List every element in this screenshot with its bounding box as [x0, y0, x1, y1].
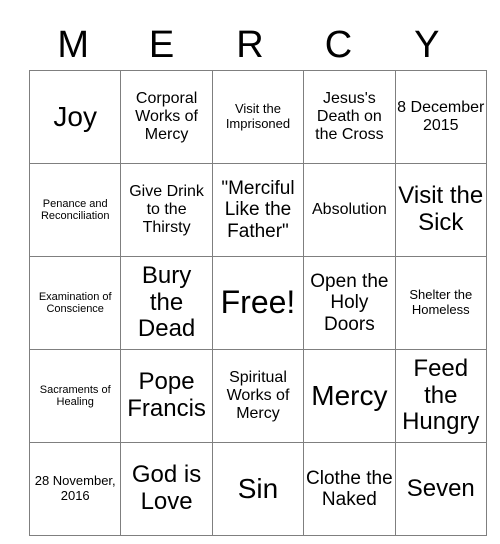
- bingo-cell[interactable]: Clothe the Naked: [303, 442, 396, 536]
- header-letter-4: C: [324, 24, 353, 66]
- bingo-cell[interactable]: Visit the Imprisoned: [211, 70, 305, 164]
- bingo-cell[interactable]: Mercy: [303, 349, 396, 443]
- bingo-cell-free[interactable]: Free!: [211, 256, 305, 350]
- bingo-grid: Joy Corporal Works of Mercy Visit the Im…: [28, 70, 487, 536]
- bingo-cell[interactable]: 28 November, 2016: [28, 442, 122, 536]
- bingo-cell[interactable]: God is Love: [120, 442, 213, 536]
- bingo-cell[interactable]: Give Drink to the Thirsty: [120, 163, 213, 257]
- bingo-cell[interactable]: Spiritual Works of Mercy: [211, 349, 305, 443]
- header-letter-3: R: [236, 24, 264, 66]
- bingo-row: Examination of Conscience Bury the Dead …: [28, 256, 487, 350]
- bingo-cell[interactable]: "Merciful Like the Father": [211, 163, 305, 257]
- bingo-cell[interactable]: Examination of Conscience: [28, 256, 122, 350]
- bingo-cell[interactable]: Sacraments of Healing: [28, 349, 122, 443]
- bingo-row: Joy Corporal Works of Mercy Visit the Im…: [28, 70, 487, 164]
- bingo-cell[interactable]: Bury the Dead: [120, 256, 213, 350]
- bingo-cell[interactable]: Joy: [28, 70, 122, 164]
- bingo-cell[interactable]: Absolution: [303, 163, 396, 257]
- bingo-cell[interactable]: Corporal Works of Mercy: [120, 70, 213, 164]
- bingo-cell[interactable]: Shelter the Homeless: [394, 256, 487, 350]
- bingo-cell[interactable]: Sin: [211, 442, 305, 536]
- header-letter-5: Y: [414, 24, 440, 66]
- bingo-cell[interactable]: Feed the Hungry: [394, 349, 487, 443]
- header-letter-1: M: [57, 24, 90, 66]
- bingo-header: M E R C Y: [29, 20, 471, 70]
- bingo-cell[interactable]: Open the Holy Doors: [303, 256, 396, 350]
- bingo-cell[interactable]: Jesus's Death on the Cross: [303, 70, 396, 164]
- bingo-cell[interactable]: Visit the Sick: [394, 163, 487, 257]
- bingo-cell[interactable]: Seven: [394, 442, 487, 536]
- bingo-cell[interactable]: Pope Francis: [120, 349, 213, 443]
- bingo-cell[interactable]: Penance and Reconciliation: [28, 163, 122, 257]
- bingo-card: M E R C Y Joy Corporal Works of Mercy Vi…: [28, 20, 487, 536]
- bingo-cell[interactable]: 8 December 2015: [394, 70, 487, 164]
- bingo-row: Sacraments of Healing Pope Francis Spiri…: [28, 349, 487, 443]
- header-letter-2: E: [148, 24, 175, 66]
- bingo-row: 28 November, 2016 God is Love Sin Clothe…: [28, 442, 487, 536]
- bingo-row: Penance and Reconciliation Give Drink to…: [28, 163, 487, 257]
